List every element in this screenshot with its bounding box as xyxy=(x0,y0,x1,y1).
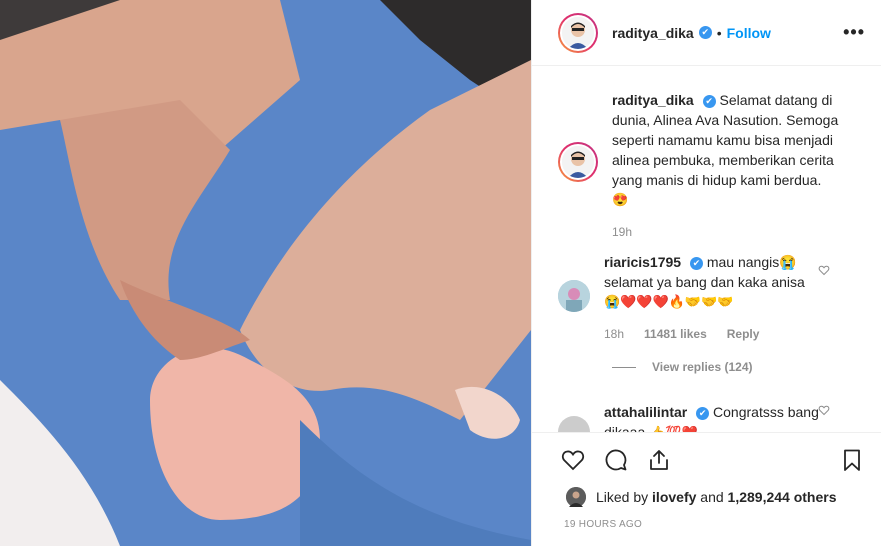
replies-divider xyxy=(612,366,636,368)
caption-text-block: raditya_dika ✔ Selamat datang di dunia, … xyxy=(612,90,857,242)
comment-item: riaricis1795 ✔ mau nangis😭 selamat ya ba… xyxy=(558,252,858,344)
comment-item: attahalilintar ✔ Congratsss bang dikaaa … xyxy=(558,402,858,432)
caption-time[interactable]: 19h xyxy=(612,222,857,242)
verified-badge-icon: ✔ xyxy=(696,406,710,420)
post-photo[interactable] xyxy=(0,0,531,546)
comment-emojis: 👍💯❤️ xyxy=(649,425,698,432)
share-icon[interactable] xyxy=(646,447,672,473)
verified-badge-icon: ✔ xyxy=(698,26,712,39)
post-timestamp[interactable]: 19 HOURS AGO xyxy=(532,507,881,530)
comment-time[interactable]: 18h xyxy=(604,324,624,344)
reply-button[interactable]: Reply xyxy=(727,324,760,344)
comment-text-block: attahalilintar ✔ Congratsss bang dikaaa … xyxy=(604,402,834,432)
view-replies-label: View replies (124) xyxy=(652,360,753,374)
caption-username[interactable]: raditya_dika xyxy=(612,92,694,108)
caption-avatar[interactable] xyxy=(558,142,598,182)
comment-emojis: 😭❤️❤️❤️🔥🤝🤝🤝 xyxy=(604,294,734,309)
verified-badge-icon: ✔ xyxy=(689,256,703,270)
liked-by-row: Liked by ilovefy and 1,289,244 others xyxy=(532,473,881,507)
comments-section[interactable]: raditya_dika ✔ Selamat datang di dunia, … xyxy=(532,66,881,432)
liked-by-count[interactable]: 1,289,244 others xyxy=(728,489,837,505)
photo-illustration xyxy=(0,0,531,546)
caption-emoji: 😍 xyxy=(612,192,629,207)
liked-by-and: and xyxy=(700,489,724,505)
caption: raditya_dika ✔ Selamat datang di dunia, … xyxy=(558,90,857,242)
post-sidebar: raditya_dika ✔ • Follow ••• raditya_dika… xyxy=(531,0,881,546)
follow-button[interactable]: Follow xyxy=(727,25,771,41)
small-heart-icon[interactable] xyxy=(818,404,830,419)
commenter-avatar[interactable] xyxy=(558,280,590,312)
comment-icon[interactable] xyxy=(603,447,629,473)
comment-username[interactable]: attahalilintar xyxy=(604,404,687,420)
separator: • xyxy=(716,24,722,41)
author-username[interactable]: raditya_dika xyxy=(612,25,694,41)
author-avatar[interactable] xyxy=(558,12,598,53)
liked-by-prefix: Liked by xyxy=(596,489,649,505)
comment-username[interactable]: riaricis1795 xyxy=(604,254,681,270)
post-header: raditya_dika ✔ • Follow ••• xyxy=(532,0,881,66)
liked-by-user[interactable]: ilovefy xyxy=(652,489,696,505)
view-replies-button[interactable]: View replies (124) xyxy=(612,360,753,374)
comment-likes[interactable]: 11481 likes xyxy=(644,324,707,344)
comment-text-block: riaricis1795 ✔ mau nangis😭 selamat ya ba… xyxy=(604,252,834,344)
bookmark-icon[interactable] xyxy=(839,447,865,473)
verified-badge-icon: ✔ xyxy=(702,94,716,108)
small-heart-icon[interactable] xyxy=(818,264,830,279)
post-actions: Liked by ilovefy and 1,289,244 others 19… xyxy=(532,432,881,547)
more-options-icon[interactable]: ••• xyxy=(843,22,865,43)
liked-by-avatar[interactable] xyxy=(566,487,586,507)
heart-icon[interactable] xyxy=(560,447,586,473)
commenter-avatar[interactable] xyxy=(558,416,590,432)
